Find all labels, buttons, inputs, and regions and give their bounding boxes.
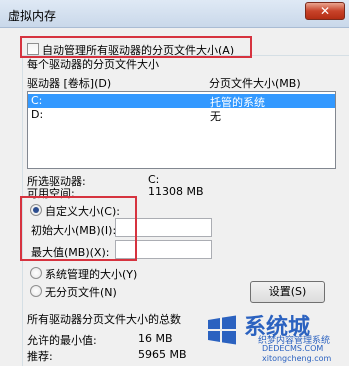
no-paging-label[interactable]: 无分页文件(N)	[45, 284, 117, 300]
recommended-value: 5965 MB	[138, 348, 187, 361]
drive-letter: C:	[31, 94, 43, 107]
min-value-label: 允许的最小值:	[27, 334, 97, 347]
totals-title: 所有驱动器分页文件大小的总数	[27, 313, 181, 326]
close-button[interactable]: ✕	[305, 2, 345, 20]
list-item[interactable]: C: 托管的系统	[28, 94, 335, 109]
custom-size-highlight	[20, 196, 137, 261]
title-bar: 虚拟内存 ✕	[0, 0, 349, 28]
watermark-line2: DEDECMS.COM	[262, 344, 324, 353]
drive-size: 无	[210, 110, 221, 123]
list-item[interactable]: D: 无	[28, 108, 335, 123]
free-space-value: 11308 MB	[148, 185, 204, 198]
drive-letter: D:	[31, 108, 44, 121]
system-managed-label[interactable]: 系统管理的大小(Y)	[45, 266, 137, 282]
group-title: 每个驱动器的分页文件大小	[27, 56, 161, 72]
size-column-header: 分页文件大小(MB)	[209, 77, 301, 90]
min-value: 16 MB	[138, 332, 173, 345]
window-title: 虚拟内存	[8, 9, 57, 23]
recommended-label: 推荐:	[27, 350, 53, 363]
auto-manage-highlight	[20, 36, 252, 58]
no-paging-radio[interactable]	[30, 285, 42, 297]
drive-list[interactable]: C: 托管的系统 D: 无	[27, 91, 336, 169]
drive-column-header: 驱动器 [卷标](D)	[27, 77, 112, 90]
windows-logo-icon	[208, 315, 236, 345]
system-managed-radio[interactable]	[30, 267, 42, 279]
set-button[interactable]: 设置(S)	[250, 281, 325, 303]
watermark-line3: xitongcheng.com	[262, 354, 332, 363]
